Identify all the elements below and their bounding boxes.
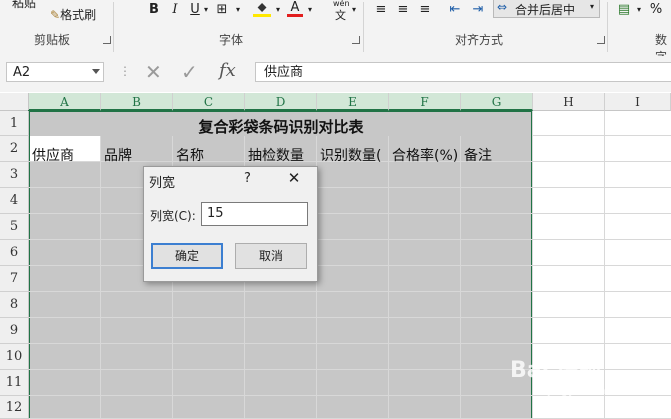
fill-dropdown-icon[interactable]: ▾ bbox=[273, 0, 283, 18]
header-cell-supplier[interactable]: 供应商 bbox=[32, 145, 100, 165]
dialog-title: 列宽 bbox=[149, 176, 176, 191]
close-icon[interactable]: ✕ bbox=[285, 169, 303, 187]
formula-input[interactable]: 供应商 bbox=[255, 62, 671, 82]
format-painter-button[interactable]: ✎格式刷 bbox=[50, 6, 96, 23]
row-header-7[interactable]: 7 bbox=[0, 266, 29, 292]
header-cell-name[interactable]: 名称 bbox=[176, 145, 244, 165]
sheet-title[interactable]: 复合彩袋条码识别对比表 bbox=[29, 116, 533, 137]
column-header-h[interactable]: H bbox=[533, 93, 605, 111]
column-header-b[interactable]: B bbox=[101, 93, 173, 111]
row-header-3[interactable]: 3 bbox=[0, 162, 29, 188]
insert-function-button[interactable]: fx bbox=[219, 60, 236, 81]
column-header-d[interactable]: D bbox=[245, 93, 317, 111]
header-cell-remark[interactable]: 备注 bbox=[464, 145, 532, 165]
enter-icon[interactable]: ✓ bbox=[181, 60, 198, 84]
clipboard-group-label: 剪贴板 bbox=[34, 33, 71, 47]
align-center-icon[interactable]: ≡ bbox=[395, 0, 411, 18]
column-header-e[interactable]: E bbox=[317, 93, 389, 111]
align-left-icon[interactable]: ≡ bbox=[373, 0, 389, 18]
underline-button[interactable]: U bbox=[188, 0, 202, 18]
currency-dropdown-icon[interactable]: ▾ bbox=[634, 0, 644, 18]
help-icon[interactable]: ? bbox=[244, 171, 251, 186]
column-header-c[interactable]: C bbox=[173, 93, 245, 111]
name-box-dropdown-icon[interactable] bbox=[92, 69, 100, 74]
row-gridline bbox=[29, 187, 671, 188]
column-gridline bbox=[604, 111, 605, 419]
ok-button[interactable]: 确定 bbox=[151, 243, 223, 269]
row-gridline bbox=[29, 239, 671, 240]
header-cell-pass-rate[interactable]: 合格率(%) bbox=[392, 145, 460, 165]
column-gridline bbox=[388, 136, 389, 419]
row-header-6[interactable]: 6 bbox=[0, 240, 29, 266]
row-header-11[interactable]: 11 bbox=[0, 370, 29, 396]
brush-icon: ✎ bbox=[50, 8, 61, 22]
row-header-4[interactable]: 4 bbox=[0, 188, 29, 214]
font-group-label: 字体 bbox=[219, 33, 244, 47]
header-cell-inspect-qty[interactable]: 抽检数量 bbox=[248, 145, 316, 165]
header-cell-brand[interactable]: 品牌 bbox=[104, 145, 172, 165]
currency-icon[interactable]: ▤ bbox=[615, 0, 633, 18]
formula-bar-dots-icon: ⋮ bbox=[119, 64, 131, 78]
row-gridline bbox=[29, 213, 671, 214]
align-right-icon[interactable]: ≡ bbox=[417, 0, 433, 18]
increase-indent-icon[interactable]: ⇥ bbox=[470, 0, 486, 18]
alignment-group-label: 对齐方式 bbox=[455, 33, 504, 47]
underline-dropdown-icon[interactable]: ▾ bbox=[201, 0, 211, 18]
border-dropdown-icon[interactable]: ▾ bbox=[233, 0, 243, 18]
fill-color-icon[interactable]: ⬥ bbox=[253, 0, 271, 17]
row-gridline bbox=[29, 343, 671, 344]
font-launcher-icon[interactable] bbox=[352, 36, 360, 44]
clipboard-launcher-icon[interactable] bbox=[103, 36, 111, 44]
row-gridline bbox=[533, 135, 671, 136]
header-cell-recognized-qty[interactable]: 识别数量( bbox=[320, 145, 388, 165]
watermark-logo: Bai 经验 bbox=[510, 358, 601, 383]
cancel-button[interactable]: 取消 bbox=[235, 243, 307, 269]
row-header-1[interactable]: 1 bbox=[0, 111, 29, 136]
row-gridline bbox=[29, 291, 671, 292]
row-header-10[interactable]: 10 bbox=[0, 344, 29, 370]
merge-center-label: 合并后居中 bbox=[515, 3, 576, 17]
row-gridline bbox=[29, 317, 671, 318]
paste-button[interactable]: 粘贴 bbox=[12, 0, 36, 11]
alignment-launcher-icon[interactable] bbox=[597, 36, 605, 44]
merge-dropdown-icon[interactable]: ▾ bbox=[590, 2, 594, 11]
select-all-corner[interactable] bbox=[0, 93, 29, 111]
border-icon[interactable]: ⊞ bbox=[212, 0, 232, 18]
row-header-9[interactable]: 9 bbox=[0, 318, 29, 344]
column-width-dialog: 列宽 ? ✕ 列宽(C): 15 确定 取消 bbox=[143, 166, 318, 282]
percent-button[interactable]: % bbox=[648, 0, 664, 18]
watermark-url: jingyan.baidu.com bbox=[548, 384, 650, 397]
column-gridline bbox=[460, 136, 461, 419]
column-header-i[interactable]: I bbox=[605, 93, 671, 111]
font-color-dropdown-icon[interactable]: ▾ bbox=[305, 0, 315, 18]
merge-icon: ⇔ bbox=[497, 0, 508, 14]
phonetic-dropdown-icon[interactable]: ▾ bbox=[349, 0, 359, 18]
row-header-12[interactable]: 12 bbox=[0, 396, 29, 419]
column-width-label: 列宽(C): bbox=[150, 209, 196, 223]
merge-center-button[interactable]: ⇔ 合并后居中 ▾ bbox=[493, 0, 600, 18]
cancel-icon[interactable]: ✕ bbox=[145, 60, 162, 84]
row-gridline bbox=[29, 265, 671, 266]
column-header-f[interactable]: F bbox=[389, 93, 461, 111]
phonetic-icon[interactable]: 文 bbox=[335, 7, 346, 23]
row-header-5[interactable]: 5 bbox=[0, 214, 29, 240]
bold-button[interactable]: B bbox=[146, 0, 162, 18]
row-header-2[interactable]: 2 bbox=[0, 136, 29, 162]
decrease-indent-icon[interactable]: ⇤ bbox=[447, 0, 463, 18]
column-header-g[interactable]: G bbox=[461, 93, 533, 111]
ribbon: 粘贴 ✎格式刷 剪贴板 B I U ▾ ⊞ ▾ ⬥ ▾ A ▾ wén 文 ▾ … bbox=[0, 0, 671, 64]
name-box[interactable]: A2 bbox=[6, 62, 104, 82]
italic-button[interactable]: I bbox=[168, 0, 182, 18]
row-header-8[interactable]: 8 bbox=[0, 292, 29, 318]
font-color-button[interactable]: A bbox=[287, 0, 303, 17]
column-width-input[interactable]: 15 bbox=[201, 202, 308, 226]
column-header-a[interactable]: A bbox=[29, 93, 101, 111]
column-gridline bbox=[100, 136, 101, 419]
